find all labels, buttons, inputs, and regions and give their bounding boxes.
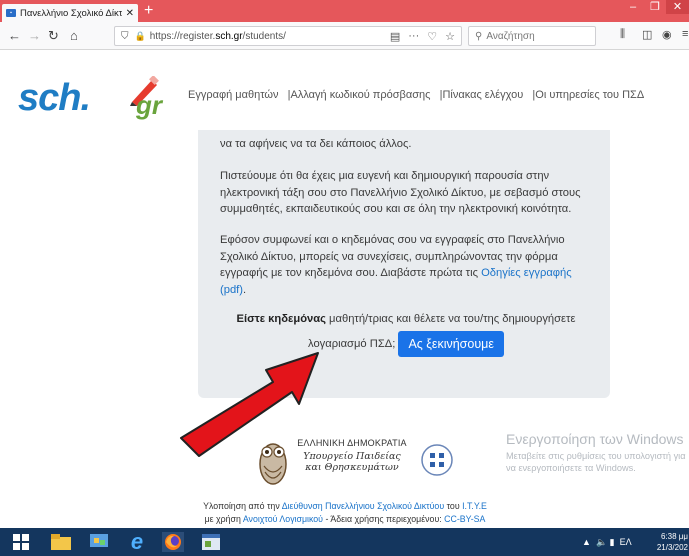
greek-seal-icon: [421, 444, 453, 476]
license-link[interactable]: CC-BY-SA: [444, 514, 485, 524]
language-indicator[interactable]: ΕΛ: [620, 537, 632, 547]
ministry-line2: και Θρησκευμάτων: [305, 462, 399, 473]
network-icon[interactable]: ▮: [610, 537, 615, 548]
tab-title: Πανελλήνιο Σχολικό Δίκτυο - Ι: [20, 7, 122, 19]
tray-chevron-icon[interactable]: ▲: [582, 537, 591, 547]
control-panel-icon[interactable]: [88, 532, 110, 552]
nav-student-registration[interactable]: Εγγραφή μαθητών: [188, 89, 278, 101]
pocket-icon[interactable]: ♡: [427, 30, 437, 43]
taskbar-clock[interactable]: 6:38 μμ 21/3/202: [644, 531, 688, 553]
new-tab-button[interactable]: +: [144, 2, 153, 20]
owl-icon: [259, 443, 287, 485]
windows-activation-watermark: Ενεργοποίηση των Windows Μεταβείτε στις …: [506, 430, 686, 474]
impl-mid: του: [444, 501, 463, 511]
ministry-text: ΕΛΛΗΝΙΚΗ ΔΗΜΟΚΡΑΤΙΑ Υπουργείο Παιδείας κ…: [292, 438, 412, 473]
nav-change-password[interactable]: |Αλλαγή κωδικού πρόσβασης: [288, 89, 431, 101]
logo-text: sch.: [18, 77, 91, 119]
sch-favicon-icon: ▪: [6, 9, 16, 17]
app-window-icon[interactable]: [200, 532, 222, 552]
activation-title: Ενεργοποίηση των Windows: [506, 431, 684, 447]
guardian-bold: Είστε κηδεμόνας: [236, 313, 326, 325]
url-scheme: https://register.: [149, 30, 216, 42]
start-button[interactable]: Ας ξεκινήσουμε: [398, 331, 504, 357]
guardian-text-end: .: [243, 283, 247, 296]
firefox-icon[interactable]: [162, 532, 184, 552]
footer-credits: Υλοποίηση από την Διεύθυνση Πανελλήνιου …: [150, 500, 540, 525]
volume-icon[interactable]: 🔈: [596, 537, 607, 548]
tab-close-icon[interactable]: ✕: [126, 8, 134, 19]
hellenic-republic: ΕΛΛΗΝΙΚΗ ΔΗΜΟΚΡΑΤΙΑ: [297, 438, 407, 448]
maximize-window-icon[interactable]: ❐: [644, 0, 666, 14]
search-icon: ⚲: [475, 30, 483, 42]
line2-mid: - Άδεια χρήσης περιεχομένου:: [323, 513, 445, 524]
clock-time: 6:38 μμ: [660, 532, 688, 541]
sch-logo[interactable]: sch. gr: [18, 76, 170, 120]
browser-tab[interactable]: ▪ Πανελλήνιο Σχολικό Δίκτυο - Ι ✕: [2, 4, 138, 22]
line2-prefix: με χρήση: [204, 513, 243, 524]
ministry-line1: Υπουργείο Παιδείας: [303, 451, 401, 462]
windows-taskbar: e ▲ 🔈 ▮ ΕΛ 6:38 μμ 21/3/202: [0, 528, 689, 556]
paragraph-guardian: Εφόσον συμφωνεί και ο κηδεμόνας σου να ε…: [220, 232, 592, 298]
tray-icons: ▲ 🔈 ▮ ΕΛ: [582, 528, 632, 556]
psd-directorate-link[interactable]: Διεύθυνση Πανελλήνιου Σχολικού Δικτύου: [282, 501, 444, 511]
bookmark-star-icon[interactable]: ☆: [445, 30, 455, 43]
ityE-link[interactable]: Ι.Τ.Υ.Ε: [462, 501, 487, 511]
footer-line2: με χρήση Ανοιχτού Λογισμικού - Άδεια χρή…: [150, 513, 540, 526]
home-icon[interactable]: ⌂: [70, 27, 78, 45]
account-icon[interactable]: ◉: [662, 28, 672, 41]
back-icon[interactable]: ←: [8, 27, 21, 45]
activation-subtitle: Μεταβείτε στις ρυθμίσεις του υπολογιστή …: [506, 451, 686, 473]
top-navigation: Εγγραφή μαθητών |Αλλαγή κωδικού πρόσβαση…: [188, 89, 644, 101]
paragraph-behaviour: Πιστεύουμε ότι θα έχεις μια ευγενή και δ…: [220, 170, 581, 215]
lock-icon[interactable]: 🔒: [135, 31, 146, 42]
sidebar-icon[interactable]: ◫: [642, 28, 652, 41]
nav-control-panel[interactable]: |Πίνακας ελέγχου: [440, 89, 524, 101]
forward-icon[interactable]: →: [28, 27, 41, 45]
library-icon[interactable]: ⫼: [620, 28, 625, 41]
menu-icon[interactable]: ≡: [682, 28, 688, 40]
paragraph-privacy: να τα αφήνεις να τα δει κάποιος άλλος.: [220, 138, 412, 150]
clock-date: 21/3/202: [656, 543, 688, 552]
impl-prefix: Υλοποίηση από την: [203, 501, 282, 511]
browser-titlebar: ▪ Πανελλήνιο Σχολικό Δίκτυο - Ι ✕ + – ❐ …: [0, 0, 689, 22]
footer-line1: Υλοποίηση από την Διεύθυνση Πανελλήνιου …: [150, 500, 540, 513]
search-bar[interactable]: ⚲ Αναζήτηση: [468, 26, 596, 46]
nav-psd-services[interactable]: |Οι υπηρεσίες του ΠΣΔ: [532, 89, 644, 101]
url-bar[interactable]: ⛉ 🔒 https://register. sch.gr/students/ ▤ …: [114, 26, 462, 46]
internet-explorer-icon[interactable]: e: [126, 531, 148, 553]
file-explorer-icon[interactable]: [50, 532, 72, 552]
open-software-link[interactable]: Ανοιχτού Λογισμικού: [243, 514, 323, 524]
reader-view-icon[interactable]: ▤: [390, 30, 400, 43]
close-window-icon[interactable]: ✕: [666, 0, 689, 14]
reload-icon[interactable]: ↻: [48, 27, 59, 45]
windows-start-icon[interactable]: [10, 532, 32, 552]
logo-tld: gr: [136, 90, 162, 120]
search-input[interactable]: Αναζήτηση: [486, 31, 534, 42]
minimize-window-icon[interactable]: –: [622, 0, 644, 14]
url-path: /students/: [242, 30, 286, 42]
url-host: sch.gr: [215, 30, 243, 42]
ministry-logo: ΕΛΛΗΝΙΚΗ ΔΗΜΟΚΡΑΤΙΑ Υπουργείο Παιδείας κ…: [256, 430, 476, 494]
page-actions-icon[interactable]: ···: [408, 30, 419, 43]
tracking-shield-icon[interactable]: ⛉: [121, 31, 129, 42]
browser-navbar: ← → ↻ ⌂ ⛉ 🔒 https://register. sch.gr/stud…: [0, 22, 689, 50]
